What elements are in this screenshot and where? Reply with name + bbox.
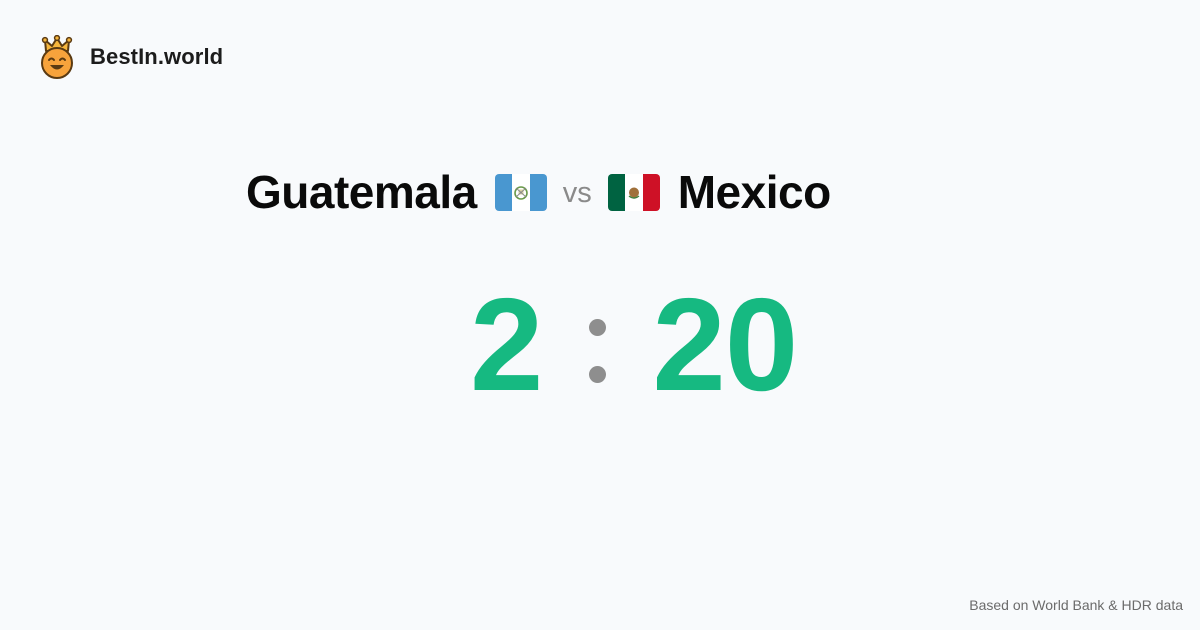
country-a-score: 2 xyxy=(470,271,543,418)
score-display: 2 20 xyxy=(470,271,798,418)
country-b-score: 20 xyxy=(652,271,798,418)
crown-smiley-icon xyxy=(41,35,73,79)
guatemala-flag-icon xyxy=(494,173,547,211)
brand[interactable]: BestIn.world xyxy=(38,34,223,80)
comparison-title: Guatemala vs Mexico xyxy=(246,162,831,222)
vs-label: vs xyxy=(562,176,592,209)
country-a-name: Guatemala xyxy=(246,166,477,218)
data-source-note: Based on World Bank & HDR data xyxy=(969,597,1183,613)
score-separator-icon xyxy=(588,319,608,383)
mexico-flag-icon xyxy=(607,173,660,211)
country-b-name: Mexico xyxy=(677,166,831,218)
brand-name: BestIn.world xyxy=(90,44,224,69)
